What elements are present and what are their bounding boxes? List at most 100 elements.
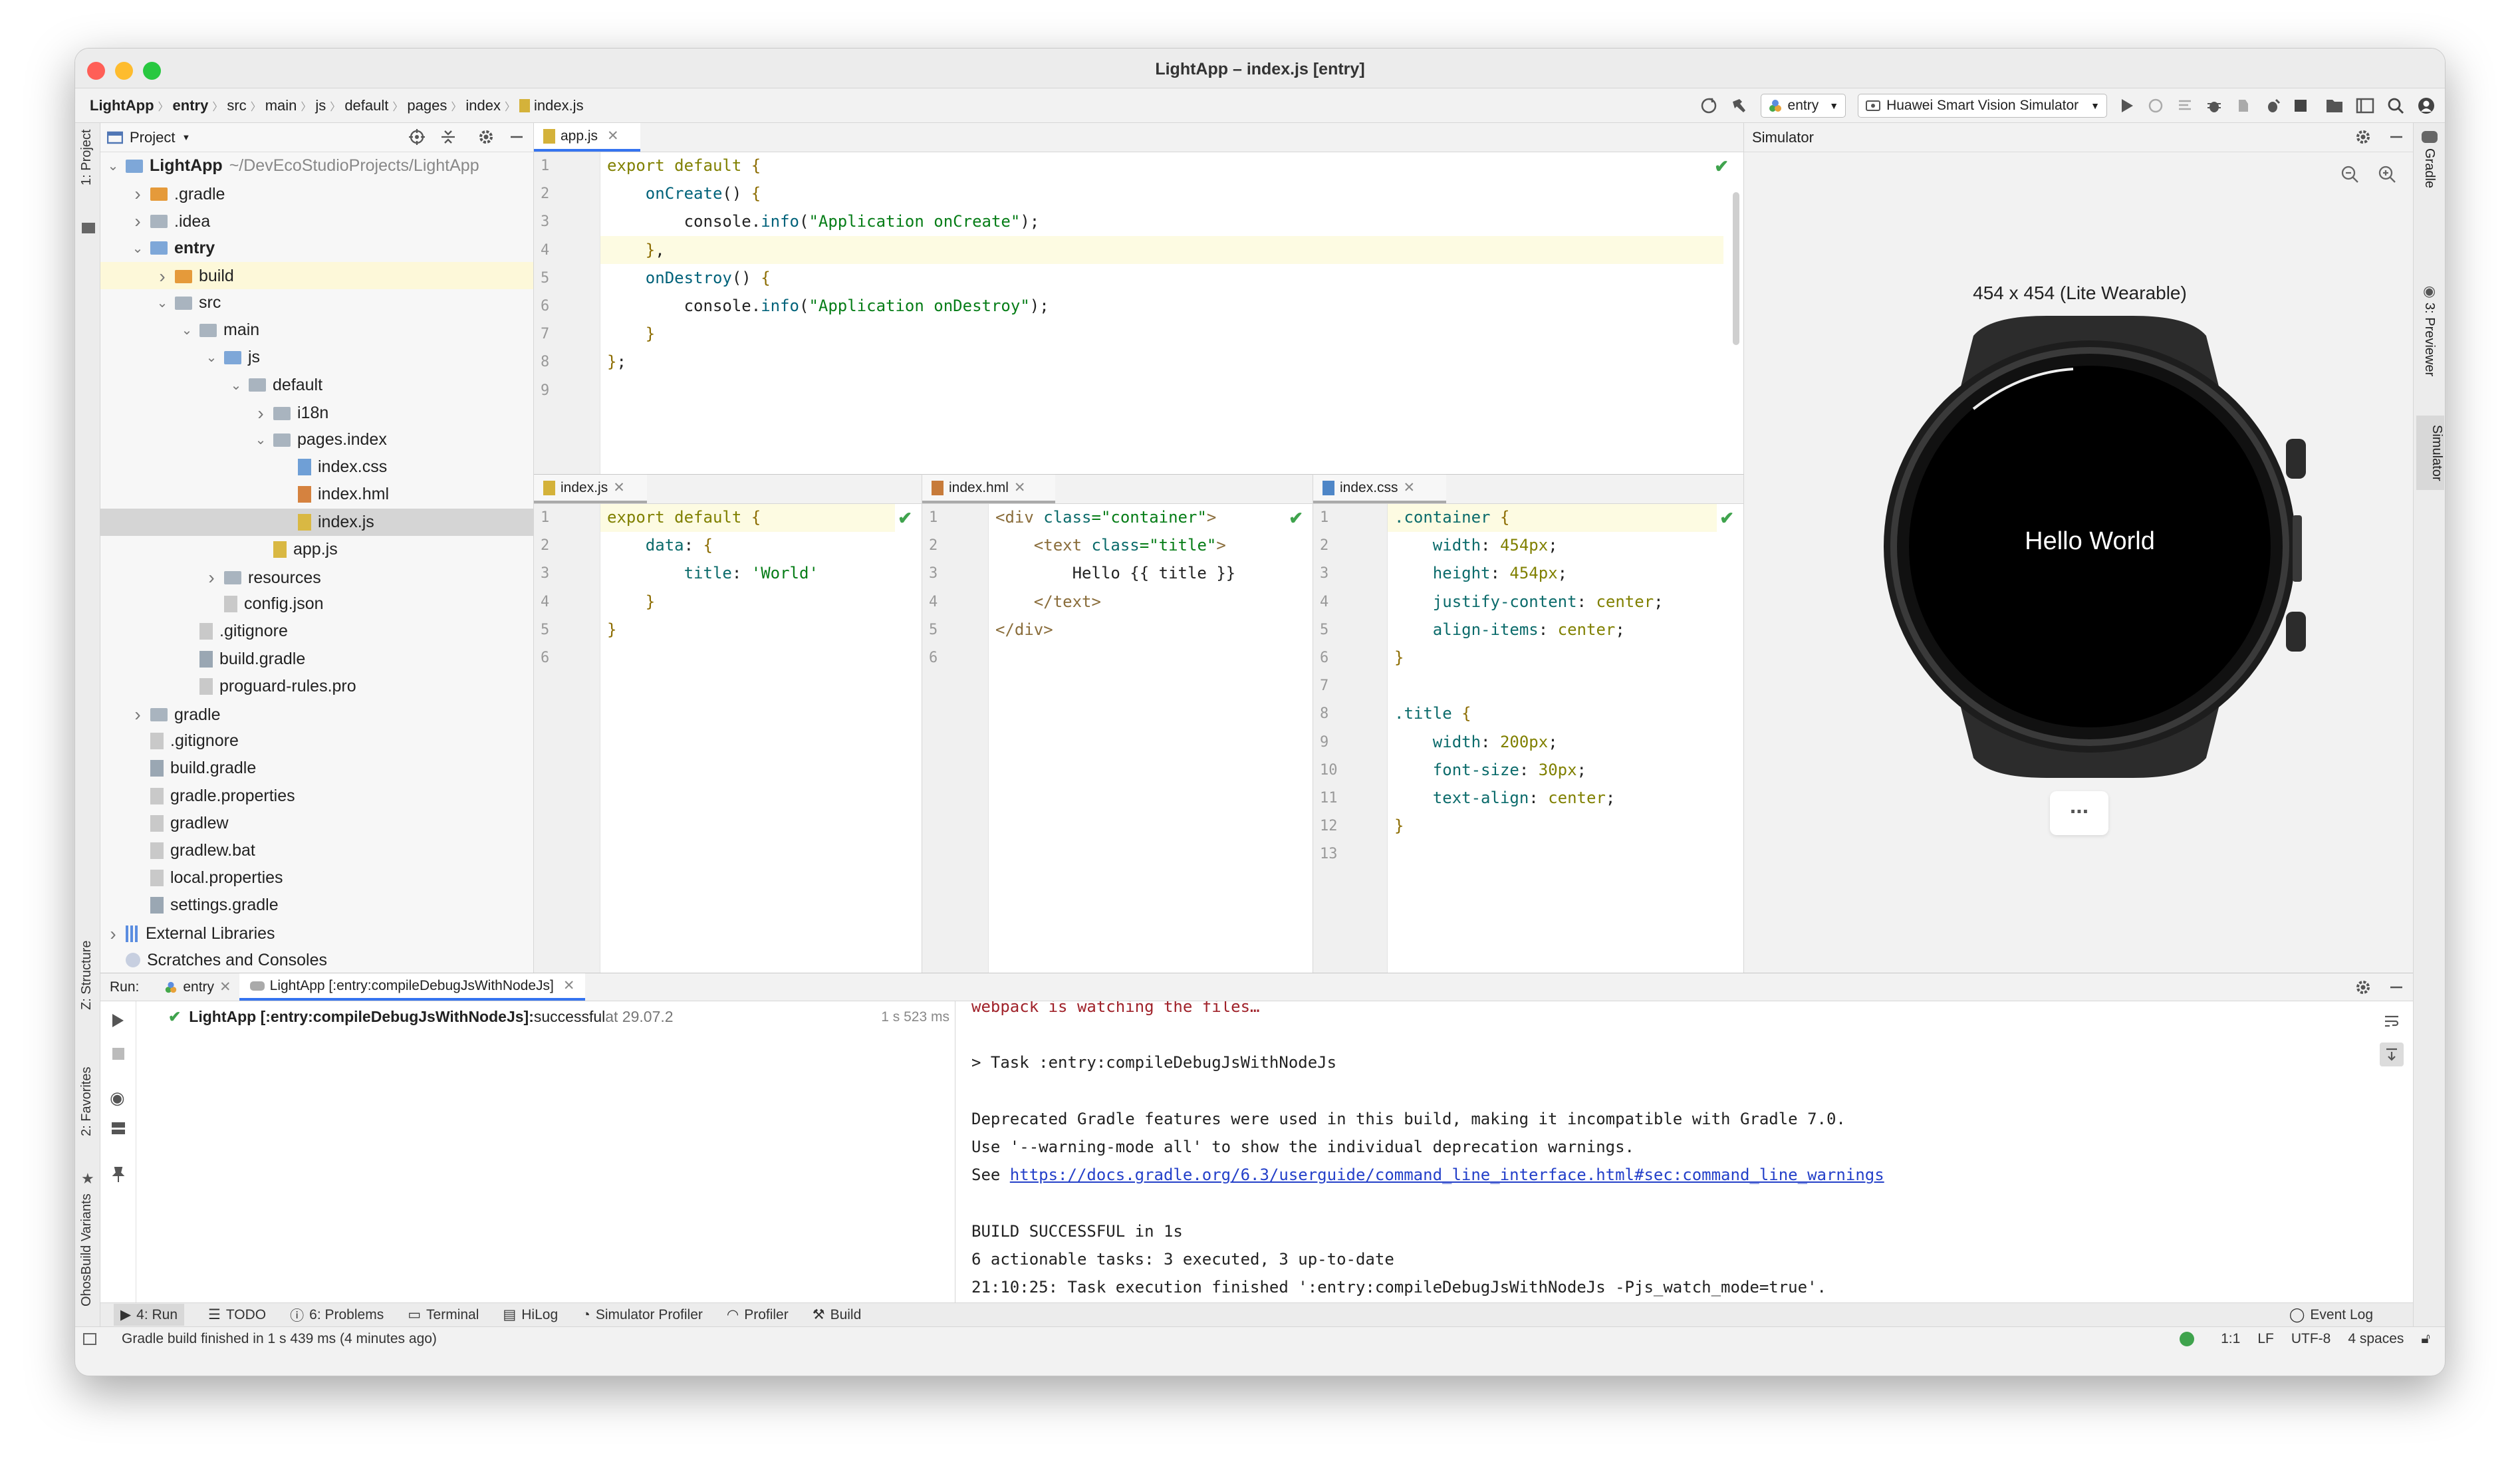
bottom-tab-simulator-profiler[interactable]: ◔ Simulator Profiler <box>582 1307 703 1323</box>
gear-icon[interactable] <box>2354 128 2372 146</box>
chevron-down-icon[interactable]: ⌄ <box>132 240 144 257</box>
code-area[interactable]: 1 export default {2 onCreate() {3 console… <box>534 152 1743 474</box>
tree-item[interactable]: ⌄ pages.index <box>255 430 387 449</box>
build-tree-row[interactable]: ✔ LightApp [:entry:compileDebugJsWithNod… <box>168 1008 674 1026</box>
project-tool-button[interactable]: 1: Project <box>79 130 94 223</box>
debug-icon[interactable] <box>2205 97 2223 114</box>
more-options-button[interactable]: ... <box>2050 791 2108 835</box>
tree-item[interactable]: › gradle <box>132 704 220 725</box>
project-structure-icon[interactable] <box>2325 97 2344 114</box>
run-tab-gradle[interactable]: LightApp [:entry:compileDebugJsWithNodeJ… <box>239 973 586 1001</box>
editor-scrollbar[interactable] <box>1733 192 1739 345</box>
previewer-tool-button[interactable]: 3: Previewer <box>2422 303 2437 376</box>
breadcrumb-item[interactable]: default <box>344 97 388 114</box>
attach-debugger-icon[interactable] <box>2264 97 2281 114</box>
event-log-button[interactable]: ◯ Event Log <box>2289 1306 2373 1323</box>
tree-item[interactable]: gradlew <box>132 814 229 833</box>
breadcrumb-item[interactable]: index <box>465 97 501 114</box>
gear-icon[interactable] <box>477 128 495 146</box>
build-hammer-icon[interactable] <box>1730 96 1749 115</box>
breadcrumb-item[interactable]: js <box>315 97 326 114</box>
pin-icon[interactable] <box>111 1166 126 1183</box>
run-icon[interactable] <box>2119 97 2135 114</box>
chevron-right-icon[interactable]: › <box>132 184 144 205</box>
close-icon[interactable]: ✕ <box>607 128 619 144</box>
chevron-down-icon[interactable]: ⌄ <box>230 377 242 394</box>
tab-app-js[interactable]: app.js ✕ <box>534 123 640 152</box>
tree-item[interactable]: index.hml <box>279 485 389 504</box>
tab-index-js[interactable]: index.js ✕ <box>534 475 647 503</box>
eye-icon[interactable]: ◉ <box>110 1088 125 1108</box>
bottom-tab-problems[interactable]: ⓘ 6: Problems <box>290 1305 384 1325</box>
console-output[interactable]: webpack is watching the files… > Task :en… <box>955 1001 2370 1303</box>
gradle-tool-button[interactable]: Gradle <box>2422 148 2437 188</box>
tree-item[interactable]: ⌄ entry <box>132 239 215 258</box>
breadcrumb-item[interactable]: pages <box>407 97 447 114</box>
code-area[interactable]: 1 .container {2 width: 454px; 3 height: 45… <box>1313 504 1743 973</box>
chevron-right-icon[interactable]: › <box>156 266 168 287</box>
tree-item[interactable]: › .idea <box>132 211 210 232</box>
tree-item[interactable]: proguard-rules.pro <box>181 677 356 696</box>
breadcrumb-item[interactable]: index.js <box>534 97 584 114</box>
run-config-select[interactable]: entry ▼ <box>1760 93 1846 118</box>
favorites-tool-button[interactable]: 2: Favorites <box>79 1067 94 1160</box>
rerun-icon[interactable] <box>110 1012 126 1029</box>
indent-setting[interactable]: 4 spaces <box>2348 1331 2404 1347</box>
device-select[interactable]: Huawei Smart Vision Simulator ▼ <box>1858 93 2107 118</box>
chevron-down-icon[interactable]: ⌄ <box>181 322 193 338</box>
tree-item[interactable]: › External Libraries <box>107 923 275 945</box>
structure-tool-button[interactable]: Z: Structure <box>79 941 94 1041</box>
panel-toggle-icon[interactable] <box>83 1332 96 1345</box>
simulator-tool-button[interactable]: Simulator <box>2416 416 2444 491</box>
layout-icon[interactable] <box>111 1121 126 1136</box>
hide-panel-icon[interactable] <box>2389 128 2404 146</box>
tab-index-hml[interactable]: index.hml ✕ <box>922 475 1055 503</box>
tree-item[interactable]: gradle.properties <box>132 787 295 806</box>
tree-item[interactable]: config.json <box>205 594 324 614</box>
tree-item[interactable]: .gitignore <box>181 622 288 641</box>
stop-icon[interactable] <box>2293 98 2308 113</box>
tree-item[interactable]: build.gradle <box>132 759 256 778</box>
run-tab-entry[interactable]: entry ✕ <box>156 973 239 1001</box>
tree-item[interactable]: ⌄ src <box>156 293 221 312</box>
chevron-right-icon[interactable]: › <box>205 567 217 588</box>
tree-item[interactable]: settings.gradle <box>132 896 279 915</box>
close-icon[interactable]: ✕ <box>219 979 231 995</box>
build-variants-tool-button[interactable]: OhosBuild Variants <box>79 1193 94 1326</box>
breadcrumb-item[interactable]: main <box>265 97 297 114</box>
close-icon[interactable]: ✕ <box>1014 479 1026 496</box>
bottom-tab-todo[interactable]: ☰ TODO <box>208 1306 266 1323</box>
tab-index-css[interactable]: index.css ✕ <box>1313 475 1446 503</box>
lock-icon[interactable]: 🔓︎ <box>2421 1331 2430 1347</box>
sync-icon[interactable] <box>1700 96 1718 115</box>
bottom-tab-profiler[interactable]: ◠ Profiler <box>727 1306 789 1323</box>
project-view-select[interactable]: Project <box>130 129 175 146</box>
caret-position[interactable]: 1:1 <box>2221 1331 2240 1347</box>
hide-panel-icon[interactable] <box>2389 979 2404 996</box>
soft-wrap-icon[interactable] <box>2384 1013 2400 1029</box>
chevron-right-icon[interactable]: › <box>132 211 144 232</box>
chevron-right-icon[interactable]: › <box>255 403 267 424</box>
chevron-right-icon[interactable]: › <box>107 923 119 945</box>
sdk-manager-icon[interactable] <box>2356 97 2374 114</box>
close-icon[interactable]: ✕ <box>1404 479 1416 496</box>
gear-icon[interactable] <box>2354 979 2372 996</box>
tree-item[interactable]: › resources <box>205 567 320 588</box>
breadcrumb-item[interactable]: entry <box>173 97 209 114</box>
close-icon[interactable]: ✕ <box>613 479 625 496</box>
file-encoding[interactable]: UTF-8 <box>2291 1331 2331 1347</box>
tree-item[interactable]: Scratches and Consoles <box>107 951 327 970</box>
tree-item[interactable]: ⌄ main <box>181 320 260 340</box>
bottom-tab-terminal[interactable]: ▭ Terminal <box>408 1306 479 1323</box>
bottom-tab-build[interactable]: ⚒ Build <box>813 1306 862 1323</box>
zoom-in-icon[interactable] <box>2377 164 2397 184</box>
profile-icon[interactable] <box>2235 97 2252 114</box>
tree-item[interactable]: › i18n <box>255 403 328 424</box>
console-link[interactable]: https://docs.gradle.org/6.3/userguide/co… <box>1010 1166 1884 1184</box>
zoom-out-icon[interactable] <box>2340 164 2360 184</box>
code-area[interactable]: 1 <div class="container"> 2 <text class="t… <box>922 504 1313 973</box>
tree-item[interactable]: index.js <box>279 513 374 532</box>
bottom-tab-run[interactable]: ▶ 4: Run <box>114 1304 185 1326</box>
tree-item[interactable]: app.js <box>255 540 338 559</box>
hide-panel-icon[interactable] <box>509 128 524 146</box>
